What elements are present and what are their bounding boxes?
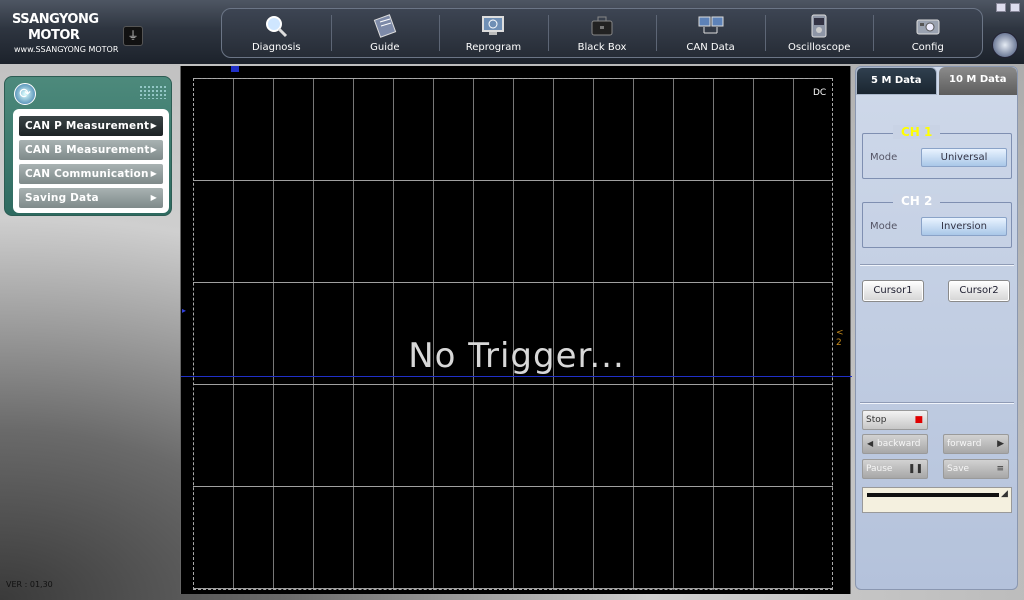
monitor-icon <box>480 14 506 38</box>
network-icon <box>698 14 724 38</box>
ch2-mode-label: Mode <box>870 221 898 232</box>
stop-label: Stop <box>866 415 887 425</box>
ch1-settings: CH 1 Mode Universal <box>862 125 1012 179</box>
brand-line-2: MOTOR <box>28 28 80 43</box>
save-button[interactable]: Save ≡ <box>943 459 1009 479</box>
nav-black-box[interactable]: Black Box <box>547 9 657 57</box>
save-icon: ≡ <box>996 464 1004 474</box>
magnifier-icon <box>263 14 289 38</box>
pause-label: Pause <box>866 464 893 474</box>
divider <box>860 264 1014 266</box>
main-nav: Diagnosis Guide Reprogram Black Box CAN … <box>221 8 983 58</box>
tab-10m-data[interactable]: 10 M Data <box>938 67 1017 95</box>
ch2-level-marker[interactable]: < 2 <box>836 328 850 348</box>
nav-reprogram[interactable]: Reprogram <box>439 9 548 57</box>
cursor1-button[interactable]: Cursor1 <box>862 280 924 302</box>
brand-logo: SSANGYONG MOTOR www.SSANGYONG MOTOR <box>12 12 118 56</box>
forward-button[interactable]: forward ▶ <box>943 434 1009 454</box>
playback-slider[interactable]: ◢ <box>862 487 1012 513</box>
stop-button[interactable]: Stop ■ <box>862 410 928 430</box>
menu-item-label: Saving Data <box>25 192 99 204</box>
signal-trace <box>181 376 852 377</box>
nav-label: CAN Data <box>686 42 735 53</box>
menu-item-can-b-measurement[interactable]: CAN B Measurement ▶ <box>19 140 163 160</box>
camera-icon <box>915 14 941 38</box>
nav-label: Reprogram <box>465 42 522 53</box>
menu-item-can-communication[interactable]: CAN Communication ▶ <box>19 164 163 184</box>
ch1-mode-button[interactable]: Universal <box>921 148 1007 167</box>
control-panel: 5 M Data 10 M Data CH 1 Mode Universal C… <box>855 66 1018 590</box>
menu-item-saving-data[interactable]: Saving Data ▶ <box>19 188 163 208</box>
book-icon <box>372 14 398 38</box>
nav-label: Black Box <box>577 42 627 53</box>
data-tabs: 5 M Data 10 M Data <box>856 67 1019 95</box>
chevron-right-icon: ▶ <box>150 169 157 178</box>
chevron-right-icon: ▶ <box>150 145 157 154</box>
play-left-icon: ◀ <box>867 439 874 448</box>
trigger-position-marker[interactable] <box>231 66 239 72</box>
slider-handle[interactable]: ◢ <box>1001 489 1008 499</box>
coupling-label: DC <box>813 88 827 98</box>
nav-oscilloscope[interactable]: Oscilloscope <box>764 9 874 57</box>
slider-track <box>867 493 999 497</box>
nav-label: Config <box>911 42 944 53</box>
grip-icon <box>139 85 167 99</box>
divider <box>860 402 1014 404</box>
menu-item-can-p-measurement[interactable]: CAN P Measurement ▶ <box>19 116 163 136</box>
stop-icon: ■ <box>914 415 923 425</box>
forward-label: forward <box>947 439 982 449</box>
chevron-right-icon: ▶ <box>150 121 157 130</box>
nav-can-data[interactable]: CAN Data <box>656 9 765 57</box>
nav-config[interactable]: Config <box>873 9 982 57</box>
save-label: Save <box>947 464 970 474</box>
backward-label: backward <box>877 439 921 449</box>
cursor2-button[interactable]: Cursor2 <box>948 280 1010 302</box>
nav-diagnosis[interactable]: Diagnosis <box>222 9 331 57</box>
chevron-right-icon: ▶ <box>150 193 157 202</box>
scope-grid <box>193 78 833 590</box>
measurement-menu: ⟳ CAN P Measurement ▶ CAN B Measurement … <box>4 76 172 216</box>
top-bar: SSANGYONG MOTOR www.SSANGYONG MOTOR ⏚ Di… <box>0 0 1024 64</box>
menu-item-label: CAN Communication <box>25 168 149 180</box>
menu-item-label: CAN B Measurement <box>25 144 150 156</box>
close-button[interactable] <box>1010 3 1020 12</box>
usb-icon: ⏚ <box>123 26 143 46</box>
ch1-mode-label: Mode <box>870 152 898 163</box>
ch1-level-marker[interactable]: ▸ <box>182 306 186 315</box>
user-icon[interactable] <box>992 32 1018 58</box>
backward-button[interactable]: ◀ backward <box>862 434 928 454</box>
briefcase-icon <box>589 14 615 38</box>
play-right-icon: ▶ <box>997 439 1004 449</box>
nav-label: Guide <box>370 42 400 53</box>
oscilloscope-screen[interactable]: ▸ No Trigger... DC < 2 <box>180 66 852 594</box>
ch2-mode-button[interactable]: Inversion <box>921 217 1007 236</box>
menu-item-label: CAN P Measurement <box>25 120 150 132</box>
brand-line-1: SSANGYONG <box>12 12 99 27</box>
ch2-settings: CH 2 Mode Inversion <box>862 194 1012 248</box>
tab-5m-data[interactable]: 5 M Data <box>856 67 937 95</box>
version-label: VER : 01,30 <box>6 580 53 589</box>
ch2-title: CH 2 <box>893 194 941 208</box>
menu-list: CAN P Measurement ▶ CAN B Measurement ▶ … <box>13 109 169 213</box>
pause-icon: ❚❚ <box>907 464 923 474</box>
brand-line-3: www.SSANGYONG MOTOR <box>14 45 119 54</box>
nav-guide[interactable]: Guide <box>330 9 440 57</box>
refresh-icon[interactable]: ⟳ <box>14 83 36 105</box>
ch1-title: CH 1 <box>893 125 941 139</box>
minimize-button[interactable] <box>996 3 1006 12</box>
nav-label: Diagnosis <box>251 42 301 53</box>
nav-label: Oscilloscope <box>788 42 851 53</box>
oscilloscope-icon <box>806 14 832 38</box>
trigger-status: No Trigger... <box>408 336 625 376</box>
pause-button[interactable]: Pause ❚❚ <box>862 459 928 479</box>
